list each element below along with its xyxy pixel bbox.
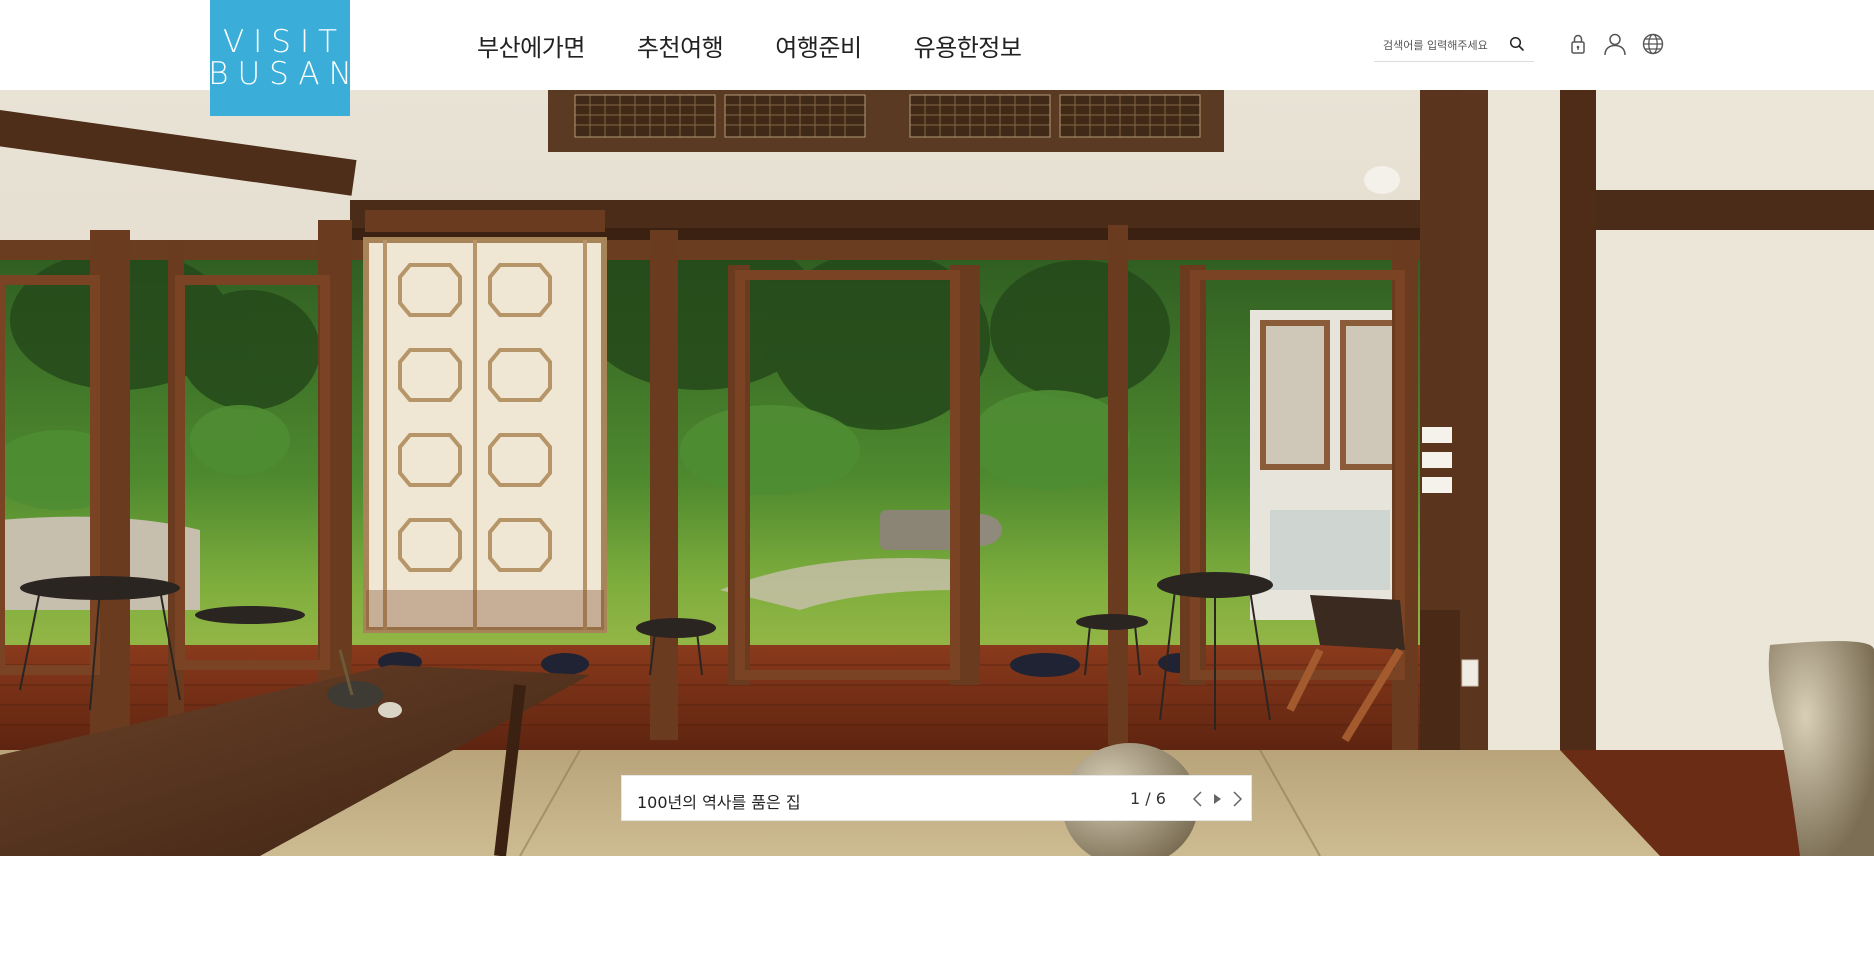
nav-item-going-to-busan[interactable]: 부산에가면 xyxy=(477,28,585,63)
slide-counter: 1 / 6 xyxy=(1130,789,1166,808)
nav-item-recommended-trips[interactable]: 추천여행 xyxy=(637,28,724,63)
nav-item-useful-info[interactable]: 유용한정보 xyxy=(914,28,1022,63)
slide-caption-bar: 100년의 역사를 품은 집 1 / 6 xyxy=(621,775,1252,821)
user-icon[interactable] xyxy=(1602,31,1628,57)
site-header: VISIT BUSAN 부산에가면 추천여행 여행준비 유용한정보 xyxy=(0,0,1874,116)
hero-image xyxy=(0,90,1874,856)
play-icon[interactable] xyxy=(1207,788,1227,810)
globe-icon[interactable] xyxy=(1640,31,1666,57)
logo-line-1: VISIT xyxy=(222,24,347,60)
chevron-left-icon[interactable] xyxy=(1188,788,1208,810)
visit-busan-logo[interactable]: VISIT BUSAN xyxy=(208,0,352,116)
search-box xyxy=(1374,30,1534,62)
chevron-right-icon[interactable] xyxy=(1227,788,1247,810)
search-input[interactable] xyxy=(1374,30,1502,60)
search-icon[interactable] xyxy=(1508,35,1526,53)
nav-item-trip-prep[interactable]: 여행준비 xyxy=(775,28,862,63)
logo-line-2: BUSAN xyxy=(208,56,361,92)
slide-title: 100년의 역사를 품은 집 xyxy=(637,793,801,812)
lock-icon[interactable] xyxy=(1565,31,1591,57)
main-navigation: 부산에가면 추천여행 여행준비 유용한정보 xyxy=(477,28,1022,63)
hero-slider: 100년의 역사를 품은 집 1 / 6 xyxy=(0,90,1874,856)
